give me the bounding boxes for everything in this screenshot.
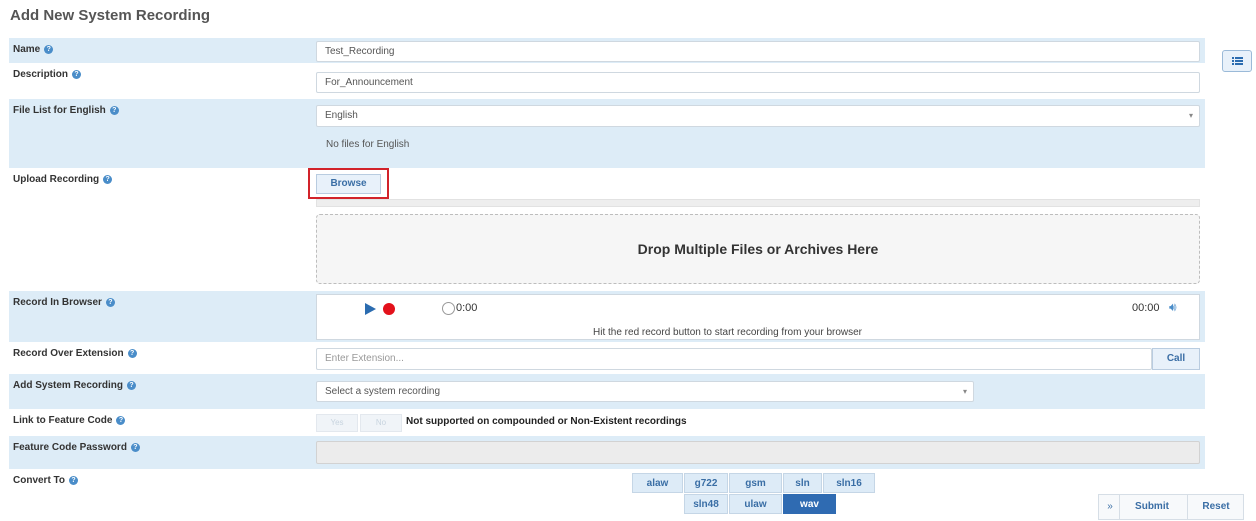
help-icon[interactable]: ? [72,69,82,79]
browse-button[interactable]: Browse [316,174,381,194]
help-icon[interactable]: ? [105,297,115,307]
add-system-recording-row: Add System Recording? Select a system re… [9,374,1205,409]
help-icon[interactable]: ? [127,348,137,358]
description-input[interactable]: For_Announcement [316,72,1200,93]
extension-input[interactable]: Enter Extension... [316,348,1152,370]
feature-code-note: Not supported on compounded or Non-Exist… [406,416,687,427]
name-row: Name? Test_Recording [9,38,1205,63]
chevron-down-icon: ▾ [1188,111,1193,120]
file-list-label: File List for English? [13,105,119,116]
language-select-value: English [325,110,358,121]
format-sln[interactable]: sln [783,473,822,493]
feature-code-label: Link to Feature Code? [13,415,126,426]
format-alaw[interactable]: alaw [632,473,683,493]
feature-code-no: No [360,414,402,432]
format-wav[interactable]: wav [783,494,836,514]
help-icon[interactable]: ? [103,174,113,184]
name-label: Name? [13,44,54,55]
description-label: Description? [13,69,82,80]
sidebar-toggle-button[interactable] [1222,50,1252,72]
reset-button[interactable]: Reset [1187,495,1244,519]
record-browser-label: Record In Browser? [13,297,115,308]
convert-to-label: Convert To? [13,475,79,486]
description-row: Description? For_Announcement [9,63,1205,99]
volume-icon[interactable]: 🔊︎ [1169,300,1177,315]
language-select[interactable]: English ▾ [316,105,1200,127]
help-icon[interactable]: ? [127,380,137,390]
page-title: Add New System Recording [10,7,211,24]
chevron-down-icon: ▾ [962,387,967,396]
format-sln48[interactable]: sln48 [684,494,728,514]
call-button[interactable]: Call [1152,348,1200,370]
help-icon[interactable]: ? [109,105,119,115]
record-extension-label: Record Over Extension? [13,348,137,359]
format-ulaw[interactable]: ulaw [729,494,782,514]
play-icon[interactable] [365,303,376,315]
expand-actions-icon[interactable]: » [1103,501,1117,512]
action-bar: » Submit Reset [1098,494,1244,520]
file-dropzone[interactable]: Drop Multiple Files or Archives Here [316,214,1200,284]
name-input[interactable]: Test_Recording [316,41,1200,62]
format-sln16[interactable]: sln16 [823,473,875,493]
upload-progress-bar [316,199,1200,207]
elapsed-time: 0:00 [456,302,478,314]
record-hint: Hit the red record button to start recor… [593,327,863,338]
feature-password-label: Feature Code Password? [13,442,140,453]
no-files-message: No files for English [326,139,410,150]
duration-time: 00:00 [1132,302,1160,314]
playback-slider-handle[interactable] [442,302,455,315]
feature-code-row: Link to Feature Code? Yes No Not support… [9,409,1205,436]
list-icon [1232,57,1243,65]
help-icon[interactable]: ? [116,415,126,425]
help-icon[interactable]: ? [130,442,140,452]
format-gsm[interactable]: gsm [729,473,782,493]
upload-row: Upload Recording? Browse Drop Multiple F… [9,168,1205,291]
feature-password-input [316,441,1200,464]
browser-recorder: 0:00 00:00 🔊︎ Hit the red record button … [316,294,1200,340]
system-recording-select-value: Select a system recording [325,386,441,397]
help-icon[interactable]: ? [69,475,79,485]
feature-code-yes: Yes [316,414,358,432]
file-list-row: File List for English? English ▾ No file… [9,99,1205,168]
convert-to-row: Convert To? alaw g722 gsm sln sln16 sln4… [9,469,1205,521]
extension-placeholder: Enter Extension... [325,353,404,364]
add-system-recording-label: Add System Recording? [13,380,137,391]
upload-label: Upload Recording? [13,174,113,185]
record-icon[interactable] [383,303,395,315]
submit-button[interactable]: Submit [1119,495,1184,519]
help-icon[interactable]: ? [44,44,54,54]
record-browser-row: Record In Browser? 0:00 00:00 🔊︎ Hit the… [9,291,1205,342]
feature-password-row: Feature Code Password? [9,436,1205,469]
record-extension-row: Record Over Extension? Enter Extension..… [9,342,1205,374]
format-g722[interactable]: g722 [684,473,728,493]
system-recording-select[interactable]: Select a system recording ▾ [316,381,974,402]
